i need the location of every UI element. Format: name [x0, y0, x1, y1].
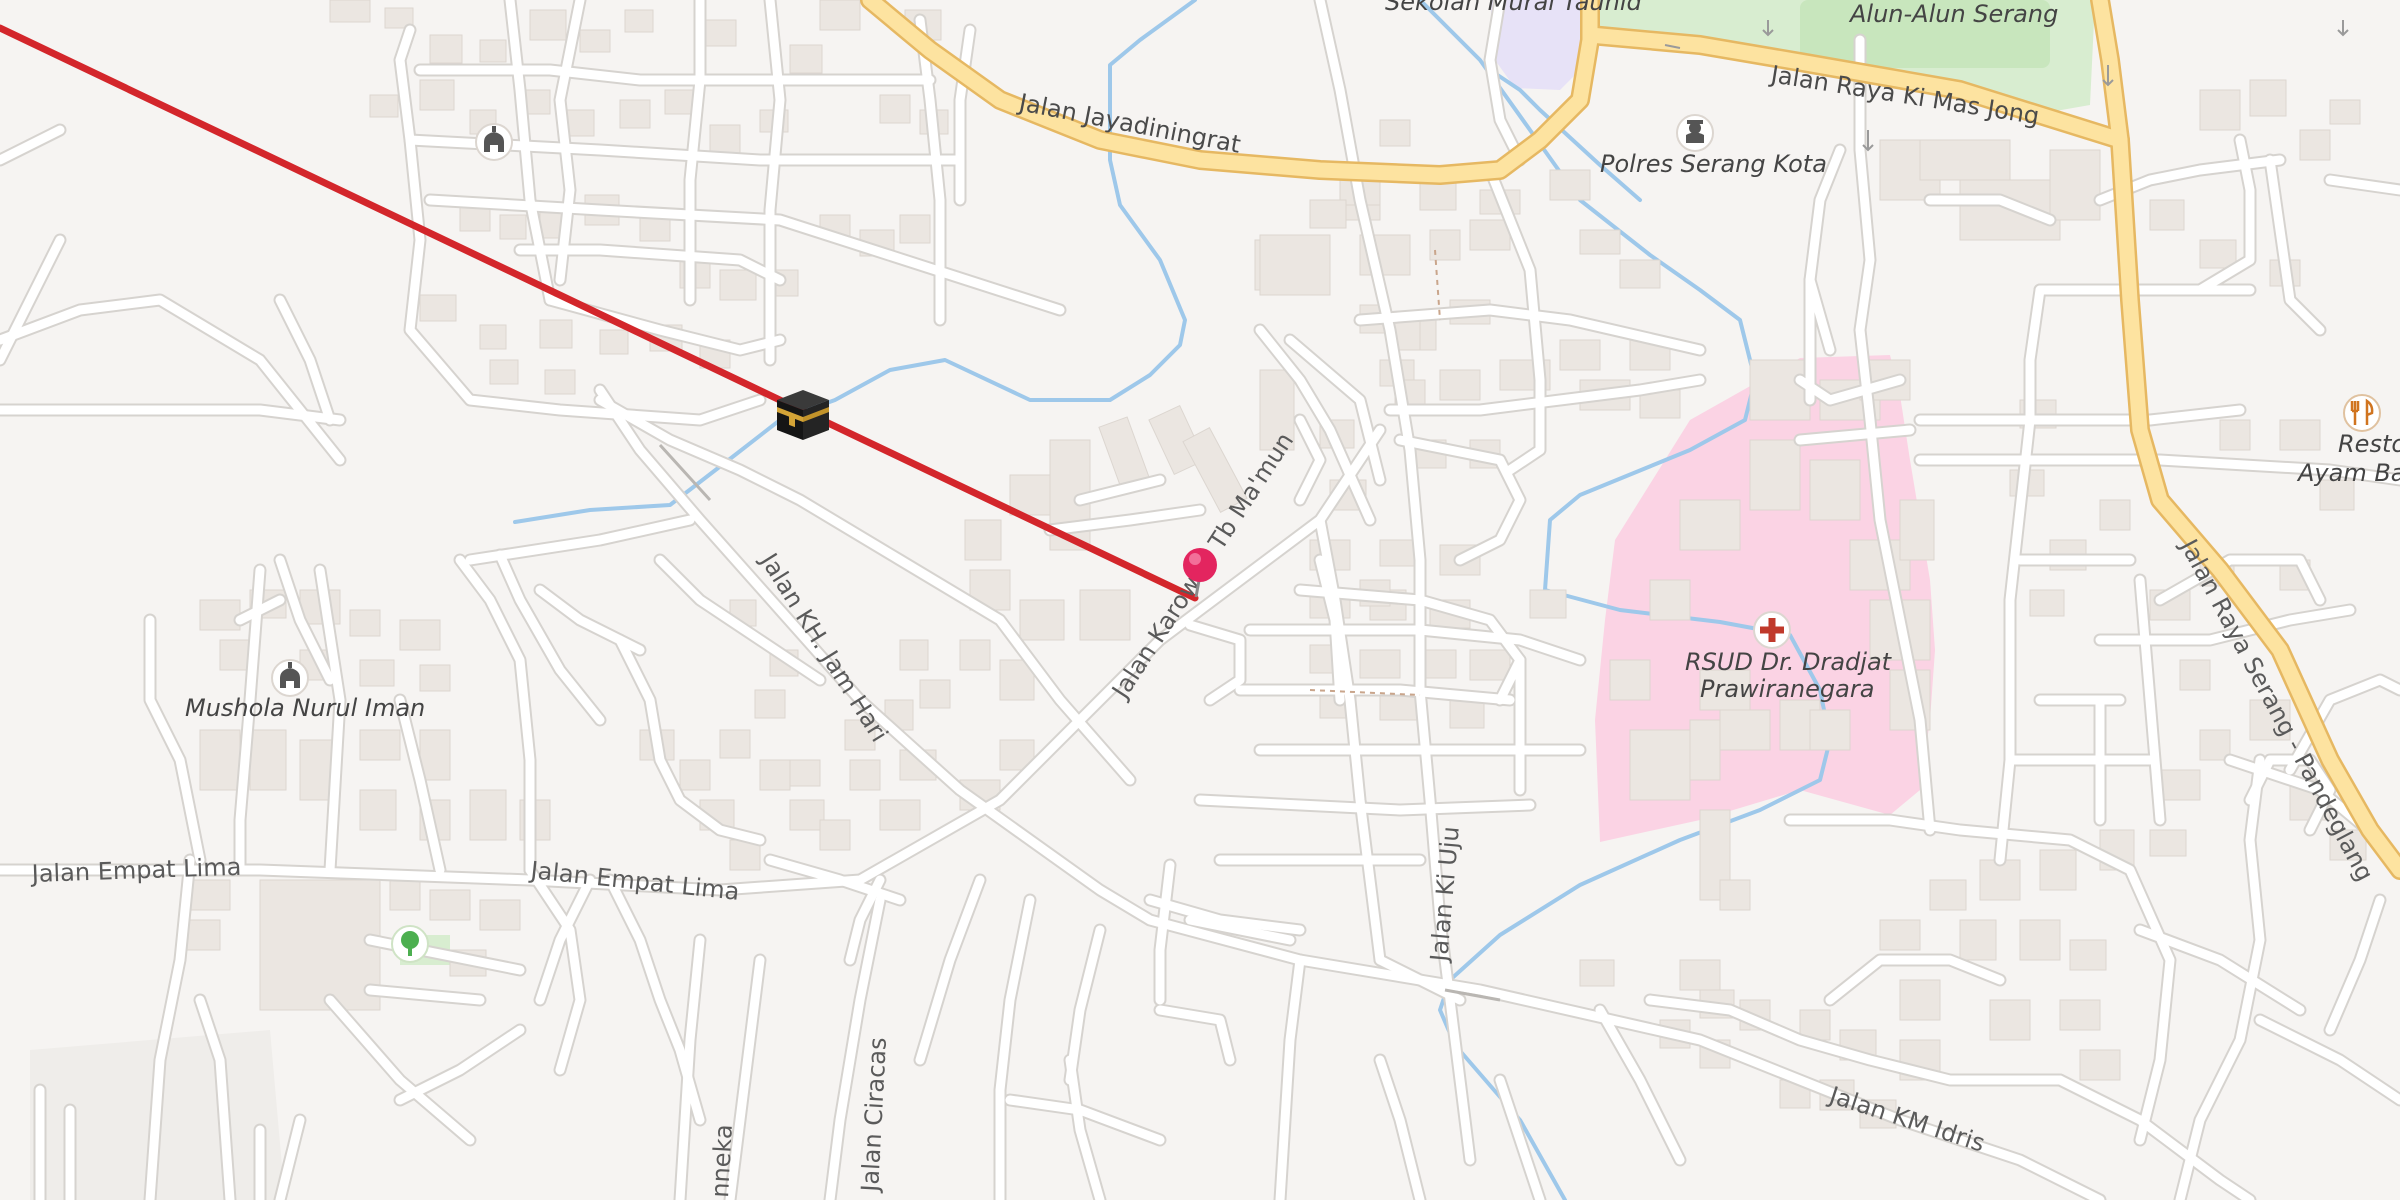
- road-label-anneka: nneka: [706, 1124, 738, 1199]
- road-label-empat-lima-b: Jalan Empat Lima: [527, 856, 740, 906]
- poi-park-tree[interactable]: [391, 925, 429, 963]
- map-canvas[interactable]: Jalan Jayadiningrat Jalan Raya Ki Mas Jo…: [0, 0, 2400, 1200]
- poi-label-alun-alun: Alun-Alun Serang: [1848, 0, 2058, 28]
- restaurant-icon: [2343, 394, 2381, 432]
- mosque-icon: [475, 123, 513, 161]
- park-tree-icon: [391, 925, 429, 963]
- poi-sekolah[interactable]: Sekolah Murai Tauhid: [1385, 0, 1643, 16]
- road-label-ciracas: Jalan Ciracas: [856, 1037, 892, 1195]
- poi-label-sekolah: Sekolah Murai Tauhid: [1385, 0, 1643, 16]
- poi-label-restoran-line1: Restoran: [2338, 430, 2400, 458]
- hospital-icon: [1753, 611, 1791, 649]
- poi-label-rsud-line1: RSUD Dr. Dradjat: [1685, 648, 1893, 676]
- poi-polres-serang-kota[interactable]: Polres Serang Kota: [1600, 114, 1827, 178]
- road-label-serang-pandeglang: Jalan Raya Serang - Pandeglang: [2174, 533, 2379, 886]
- police-icon: [1676, 114, 1714, 152]
- poi-label-polres: Polres Serang Kota: [1600, 150, 1827, 178]
- poi-label-restoran-line2: Ayam Bak: [2296, 459, 2400, 487]
- poi-mosque-north[interactable]: [475, 123, 513, 161]
- road-label-km-idris: Jalan KM Idris: [1824, 1080, 1988, 1157]
- poi-alun-alun[interactable]: Alun-Alun Serang: [1848, 0, 2058, 28]
- mosque-icon: [271, 659, 309, 697]
- poi-label-mushola: Mushola Nurul Iman: [185, 694, 425, 722]
- kaaba-icon[interactable]: [777, 390, 829, 440]
- poi-label-rsud-line2: Prawiranegara: [1700, 675, 1874, 703]
